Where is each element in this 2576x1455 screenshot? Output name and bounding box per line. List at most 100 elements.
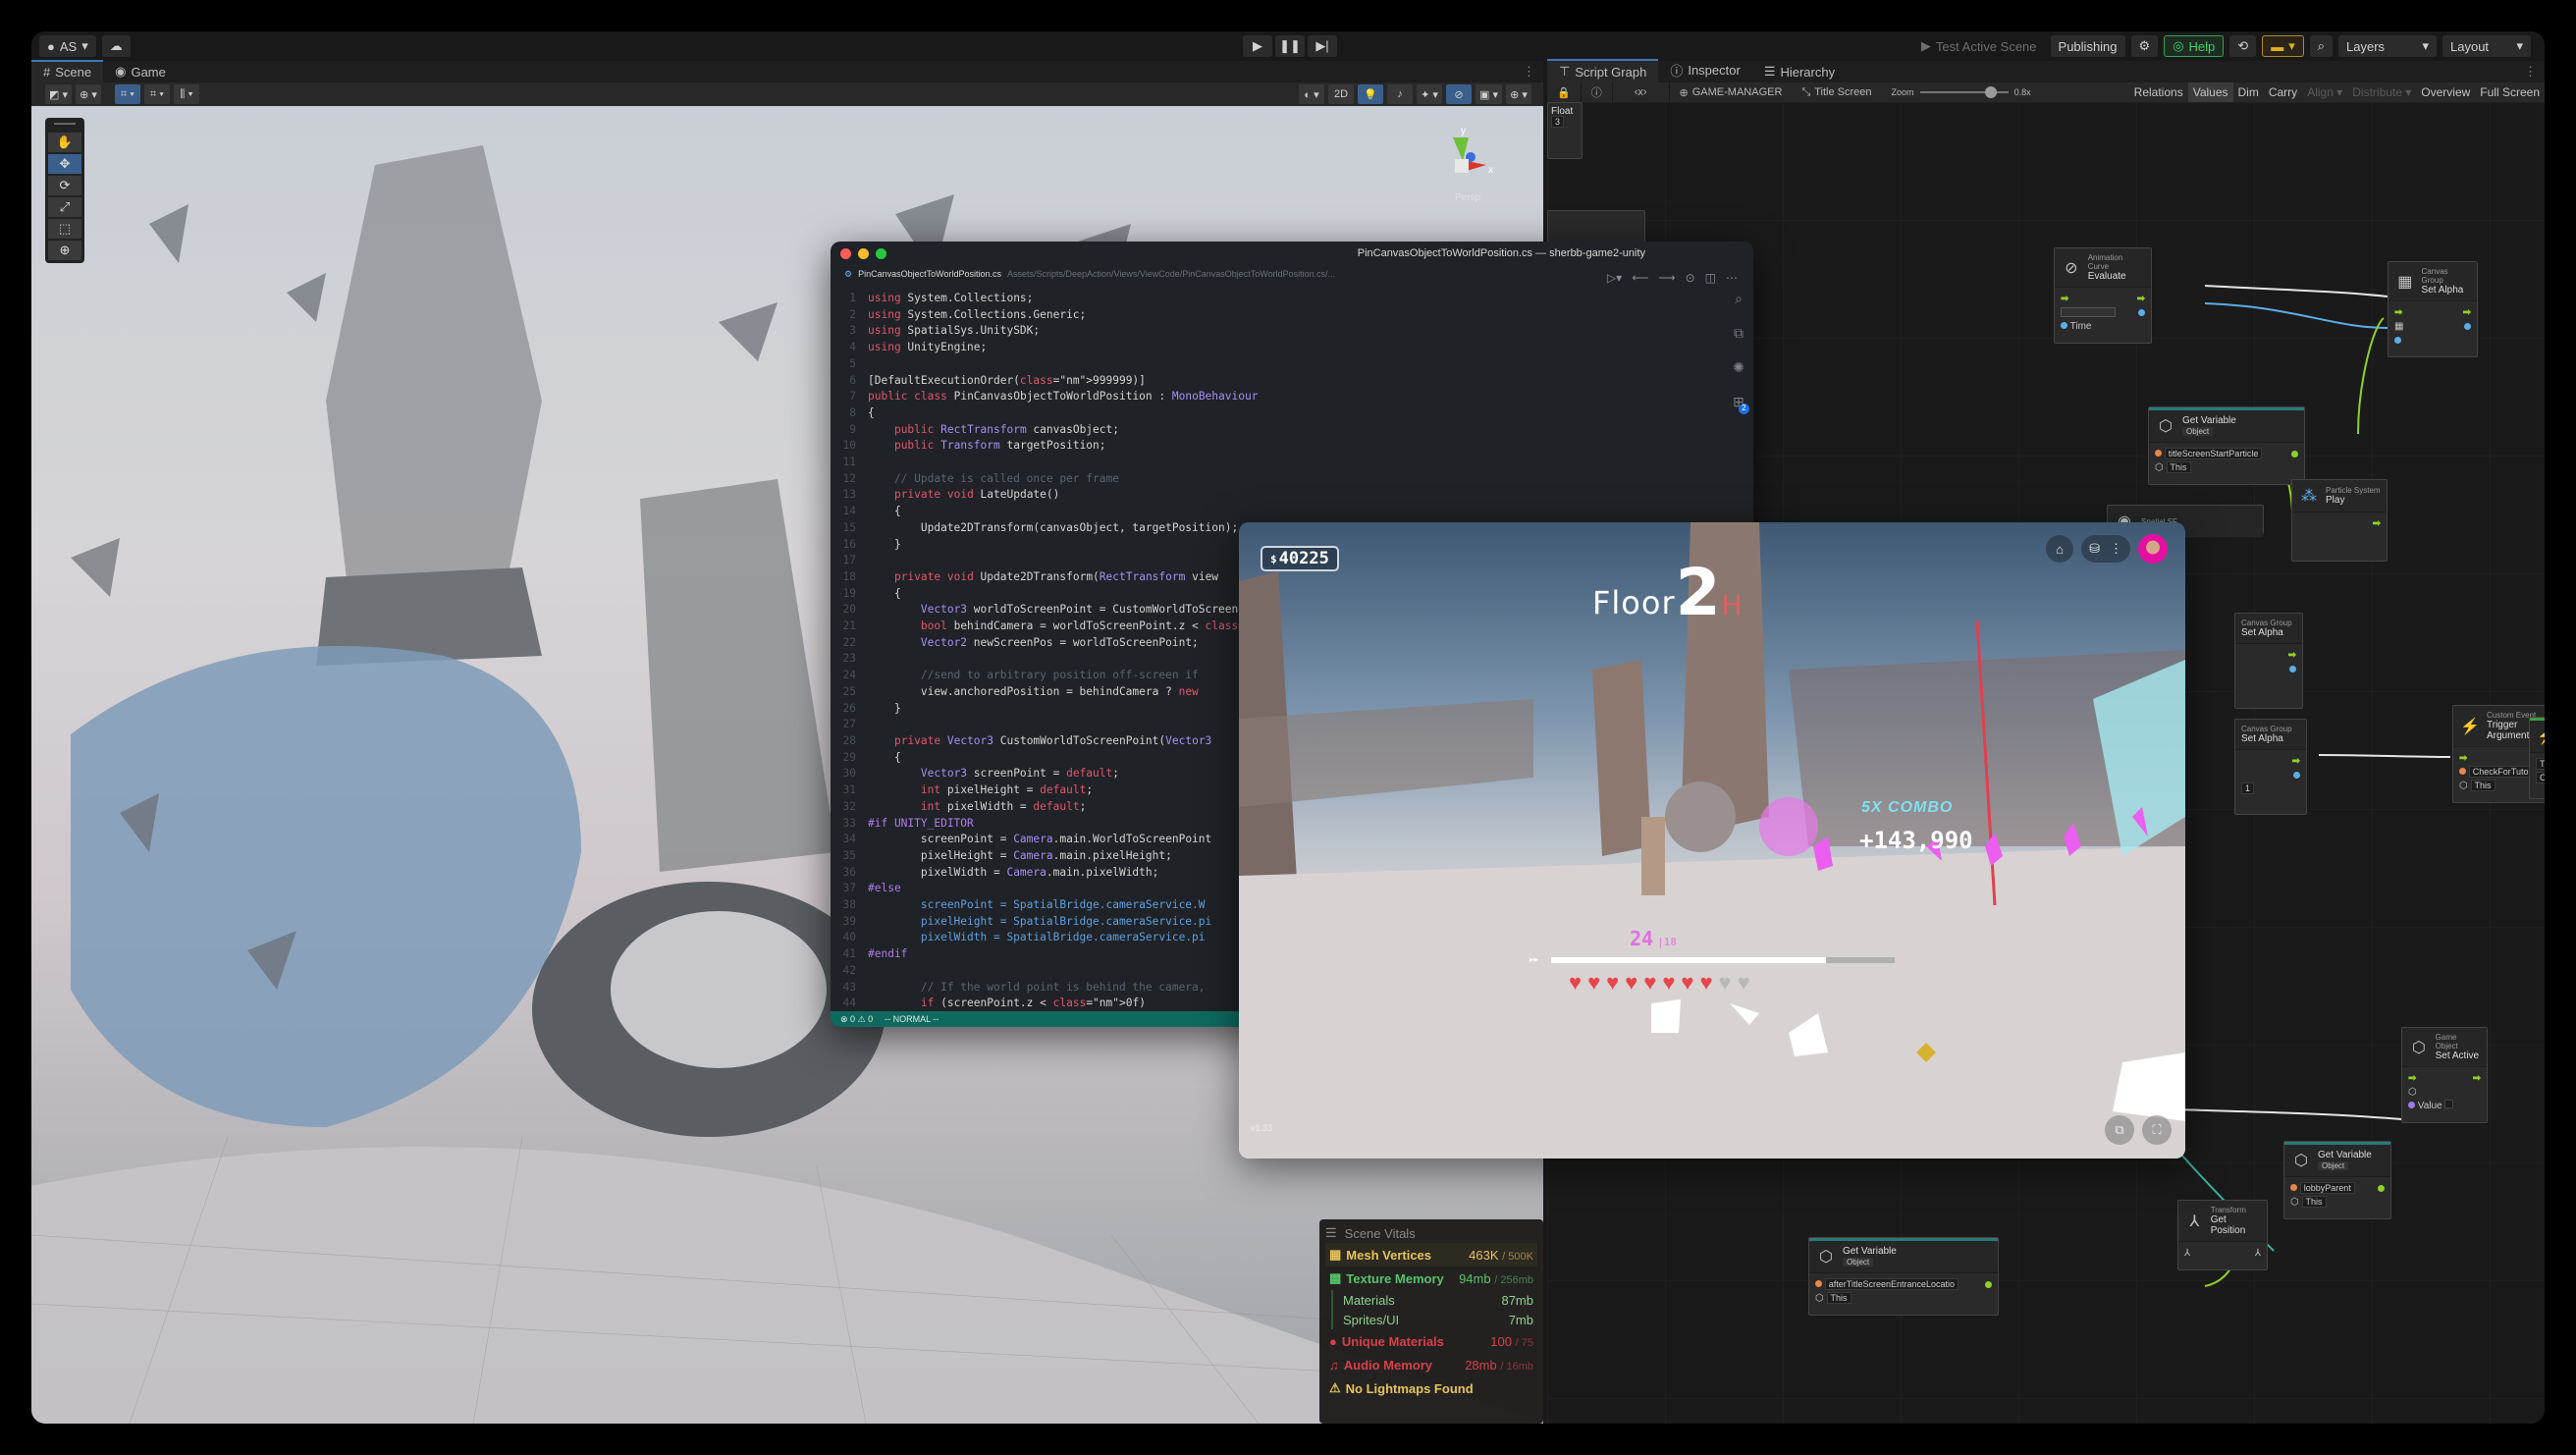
node-get-variable-3[interactable]: ⬡ Get Variable Object afterTitleScreenEntr… (1808, 1237, 1999, 1316)
player-avatar[interactable] (2138, 534, 2168, 564)
backpack-icon[interactable]: ⛁ (2089, 541, 2100, 557)
gizmos-dropdown[interactable]: ⊕ ▾ (1506, 84, 1531, 104)
flow-out-port[interactable]: ➡ (2137, 294, 2145, 304)
code-line[interactable]: 2 using System.Collections.Generic; (831, 307, 1714, 324)
variables-button[interactable]: ‹x› (1613, 82, 1670, 102)
search-button[interactable]: ⌕ (2309, 35, 2333, 57)
node-get-variable-2[interactable]: ⬡ Get Variable Object lobbyParent ⬡ This (2283, 1141, 2391, 1219)
node-transform-get-position[interactable]: ⅄ Transform Get Position ⅄ ⅄ (2177, 1200, 2268, 1270)
variable-kind-dropdown[interactable]: Object (2182, 427, 2214, 436)
name-port[interactable] (2155, 449, 2162, 457)
rotate-tool-button[interactable]: ⟳ (48, 176, 81, 195)
vital-unique-materials[interactable]: ● Unique Materials 100 / 75 (1325, 1329, 1537, 1353)
orientation-gizmo[interactable]: y x Persp (1425, 126, 1504, 204)
node-canvas-group-set-alpha[interactable]: ▦ Canvas Group Set Alpha ➡ ➡ ▦ (2388, 261, 2478, 357)
pause-button[interactable]: ❚❚ (1275, 35, 1305, 57)
cloud-button[interactable]: ☁ (101, 35, 131, 57)
code-line[interactable]: 9 public RectTransform canvasObject; (831, 422, 1714, 439)
code-line[interactable]: 10 public Transform targetPosition; (831, 438, 1714, 455)
code-line[interactable]: 5 (831, 356, 1714, 373)
node-canvas-group-set-alpha-2[interactable]: Canvas Group Set Alpha ➡ (2234, 613, 2303, 709)
time-in-port[interactable] (2061, 321, 2067, 329)
run-icon[interactable]: ▷▾ (1607, 271, 1622, 285)
target-port[interactable]: ▦ (2394, 321, 2403, 332)
target-field[interactable]: This (2470, 779, 2496, 791)
info-button[interactable]: ⓘ (1582, 82, 1613, 102)
lock-button[interactable]: 🔒 (1547, 82, 1582, 102)
code-line[interactable]: 3 using SpatialSys.UnitySDK; (831, 323, 1714, 340)
audio-toggle[interactable]: ♪ (1387, 84, 1414, 104)
tab-inspector[interactable]: ⓘ Inspector (1658, 58, 1752, 82)
visibility-toggle[interactable]: ⊘ (1446, 84, 1473, 104)
event-name-field[interactable]: Check (2536, 772, 2545, 783)
settings-button[interactable]: ⚙ (2130, 35, 2159, 57)
target-field[interactable]: This (2301, 1195, 2327, 1208)
variable-kind-dropdown[interactable]: Object (2318, 1161, 2349, 1170)
graph-option-carry[interactable]: Carry (2264, 82, 2302, 102)
rect-tool-button[interactable]: ⬚ (48, 219, 81, 239)
value-out-port[interactable] (2293, 771, 2300, 779)
shop-button[interactable]: ⌂ (2046, 535, 2074, 563)
vital-mesh-vertices[interactable]: ▦ Mesh Vertices 463K / 500K (1325, 1243, 1537, 1266)
forward-icon[interactable]: ⟶ (1658, 271, 1675, 285)
code-line[interactable]: 12 // Update is called once per frame (831, 471, 1714, 488)
code-line[interactable]: 11 (831, 455, 1714, 471)
draw-mode-dropdown[interactable]: ◩ ▾ (45, 84, 72, 104)
variable-name-field[interactable]: titleScreenStartParticle (2164, 447, 2263, 459)
value-out-port[interactable] (2138, 308, 2145, 316)
code-line[interactable]: 8{ (831, 405, 1714, 422)
render-mode-dropdown[interactable]: ◐ ▾ (1299, 84, 1325, 104)
graph-option-fullscreen[interactable]: Full Screen (2475, 82, 2545, 102)
node-float[interactable]: Float 3 (1547, 102, 1583, 159)
value-port[interactable] (2408, 1102, 2415, 1108)
more-vertical-icon[interactable]: ⋮ (2110, 541, 2122, 557)
code-line[interactable]: 13 private void LateUpdate() (831, 487, 1714, 504)
alpha-value-field[interactable]: 1 (2241, 782, 2255, 794)
value-out-port[interactable] (2289, 665, 2296, 673)
flow-in-port[interactable]: ➡ (2394, 307, 2402, 318)
node-particle-play[interactable]: ⁂ Particle System Play ➡ (2291, 479, 2388, 562)
global-toggle[interactable]: ⊕ ▾ (75, 84, 101, 104)
name-port[interactable] (1815, 1279, 1822, 1287)
search-icon[interactable]: ⌕ (1735, 291, 1743, 307)
target-field[interactable]: This (2166, 460, 2191, 473)
zoom-slider[interactable]: Zoom 0.8x (1882, 86, 2041, 98)
ai-icon[interactable]: ✺ (1733, 359, 1744, 376)
target-field[interactable]: This (2536, 758, 2545, 770)
name-port[interactable] (2290, 1183, 2297, 1191)
play-button[interactable]: ▶ (1243, 35, 1272, 57)
fullscreen-button[interactable]: ⛶ (2142, 1115, 2172, 1145)
zoom-track[interactable] (1919, 86, 2009, 98)
close-window-button[interactable] (840, 247, 851, 259)
projection-label[interactable]: Persp (1455, 192, 1480, 203)
more-menu-icon[interactable]: ⋮ (2516, 64, 2545, 82)
test-active-scene-button[interactable]: ▶ Test Active Scene (1913, 35, 2045, 57)
value-checkbox[interactable] (2444, 1100, 2454, 1108)
help-button[interactable]: ◎ Help (2164, 35, 2225, 57)
copy-icon[interactable]: ⧉ (1734, 325, 1744, 342)
flow-in-port[interactable]: ➡ (2408, 1073, 2416, 1084)
game-preview-window[interactable]: $ 40225 Floor 2 H ⌂ ⛁ ⋮ 5X COMBO +143,99… (1239, 522, 2185, 1159)
node-animation-curve-evaluate[interactable]: ⊘ Animation Curve Evaluate ➡ ➡ Time (2054, 247, 2152, 344)
tab-script-graph[interactable]: ⊤ Script Graph (1547, 59, 1659, 82)
tab-game[interactable]: ◉ Game (103, 61, 178, 82)
value-out-port[interactable] (2378, 1184, 2385, 1192)
node-custom-event-2[interactable]: ⚡ This Check (2529, 717, 2545, 799)
camera-dropdown[interactable]: ▣ ▾ (1476, 84, 1502, 104)
variable-kind-dropdown[interactable]: Object (1843, 1258, 1874, 1266)
editor-file-name[interactable]: PinCanvasObjectToWorldPosition.cs (858, 269, 1001, 279)
problems-indicator[interactable]: ⊗ 0 ⚠ 0 (840, 1014, 873, 1025)
position-out-port[interactable]: ⅄ (2255, 1248, 2261, 1259)
graph-option-relations[interactable]: Relations (2129, 82, 2188, 102)
alpha-in-port[interactable] (2394, 336, 2401, 344)
drag-handle[interactable] (54, 123, 76, 129)
target-field[interactable]: This (1826, 1291, 1852, 1304)
curve-field[interactable] (2061, 307, 2116, 317)
step-button[interactable]: ▶| (1308, 35, 1337, 57)
extensions-icon[interactable]: ⊞ 2 (1733, 394, 1749, 414)
vital-audio-memory[interactable]: ♫ Audio Memory 28mb / 16mb (1325, 1353, 1537, 1376)
scale-tool-button[interactable]: ⤢ (48, 197, 81, 217)
flow-out-port[interactable]: ➡ (2463, 307, 2471, 318)
minimize-window-button[interactable] (858, 247, 869, 259)
account-dropdown[interactable]: ● AS ▾ (39, 35, 96, 57)
